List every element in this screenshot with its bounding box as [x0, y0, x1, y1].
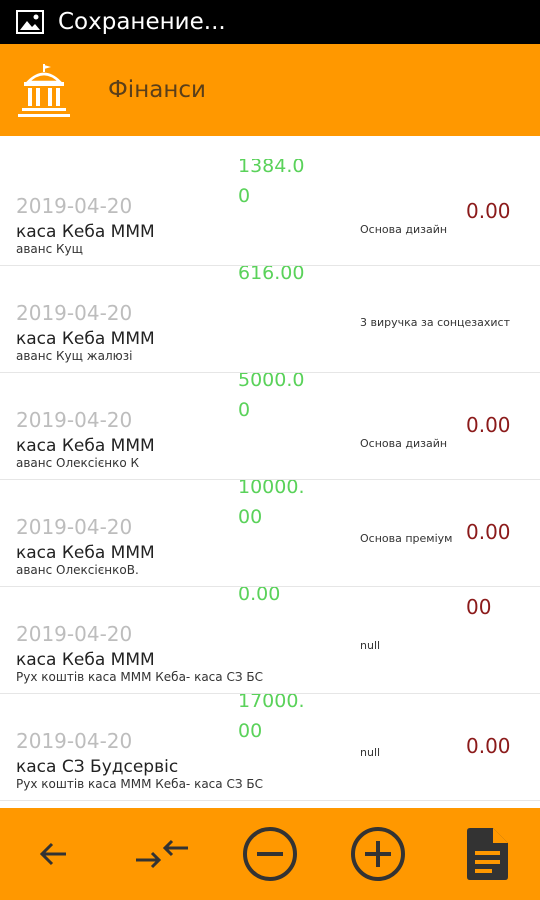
transaction-balance: 0.00 [466, 734, 511, 758]
transaction-balance: 0.00 [466, 413, 511, 437]
arrow-left-icon [39, 842, 66, 866]
transaction-list[interactable]: 2019-04-20 каса Кеба МММ аванс Кущ 1384.… [0, 136, 540, 808]
transaction-amount: 17000.00 [238, 694, 305, 742]
transaction-date: 2019-04-20 [16, 515, 133, 539]
plus-circle-icon [351, 827, 405, 881]
document-icon [467, 828, 508, 880]
transaction-cashbox: каса Кеба МММ [16, 650, 155, 670]
status-bar: Сохранение... [0, 0, 540, 44]
page-title: Фінанси [108, 77, 206, 103]
bottom-action-bar [0, 808, 540, 900]
transaction-row[interactable]: 2019-04-20 каса Кеба МММ аванс Олексієнк… [0, 480, 540, 587]
transaction-row[interactable]: 2019-04-20 каса Кеба МММ аванс Кущ 1384.… [0, 159, 540, 266]
transaction-cashbox: каса Кеба МММ [16, 329, 155, 349]
transaction-description: аванс Олексієнко К [16, 456, 140, 470]
transaction-date: 2019-04-20 [16, 729, 133, 753]
transaction-balance: 00 [466, 595, 492, 619]
transaction-category: null [360, 639, 381, 652]
transaction-amount: 616.00 [238, 266, 305, 284]
transaction-row[interactable]: 2019-04-20 каса Кеба МММ аванс Кущ жалюз… [0, 266, 540, 373]
transaction-category: Основа дизайн [360, 223, 448, 236]
transaction-date: 2019-04-20 [16, 408, 133, 432]
back-button[interactable] [22, 822, 86, 886]
transaction-description: аванс Кущ жалюзі [16, 349, 133, 363]
transaction-category: null [360, 746, 381, 759]
transaction-description: аванс Кущ [16, 242, 83, 256]
transaction-description: аванс ОлексієнкоВ. [16, 563, 139, 577]
transaction-amount: 0.00 [238, 587, 281, 605]
transfer-arrows-icon [136, 839, 188, 869]
transaction-balance: 0.00 [466, 199, 511, 223]
transaction-date: 2019-04-20 [16, 622, 133, 646]
transaction-cashbox: каса Кеба МММ [16, 436, 155, 456]
transaction-description: Рух коштів каса МММ Кеба- каса СЗ БС [16, 670, 263, 684]
transaction-row[interactable]: 2019-04-20 каса Кеба МММ Рух коштів каса… [0, 587, 540, 694]
transaction-cashbox: каса СЗ Будсервіс [16, 757, 179, 777]
transaction-date: 2019-04-20 [16, 194, 133, 218]
transaction-row[interactable]: 2019-04-20 каса СЗ Будсервіс Рух коштів … [0, 694, 540, 801]
minus-circle-icon [243, 827, 297, 881]
app-bar: Фінанси [0, 44, 540, 136]
transfer-button[interactable] [130, 822, 194, 886]
transaction-balance: 0.00 [466, 520, 511, 544]
bank-building-icon [18, 64, 70, 117]
transaction-description: Рух коштів каса МММ Кеба- каса СЗ БС [16, 777, 263, 791]
status-title: Сохранение... [58, 9, 226, 35]
income-button[interactable] [346, 822, 410, 886]
image-icon [16, 10, 44, 34]
expense-button[interactable] [238, 822, 302, 886]
transaction-category: 3 виручка за сонцезахист [360, 316, 511, 329]
transaction-cashbox: каса Кеба МММ [16, 222, 155, 242]
transaction-cashbox: каса Кеба МММ [16, 543, 155, 563]
report-button[interactable] [454, 822, 518, 886]
transaction-category: Основа дизайн [360, 437, 448, 450]
transaction-amount: 1384.00 [238, 159, 305, 207]
transaction-date: 2019-04-20 [16, 301, 133, 325]
transaction-amount: 5000.00 [238, 373, 305, 421]
transaction-category: Основа преміум [360, 532, 453, 545]
transaction-amount: 10000.00 [238, 480, 305, 528]
transaction-row[interactable]: 2019-04-20 каса Кеба МММ аванс Олексієнк… [0, 373, 540, 480]
